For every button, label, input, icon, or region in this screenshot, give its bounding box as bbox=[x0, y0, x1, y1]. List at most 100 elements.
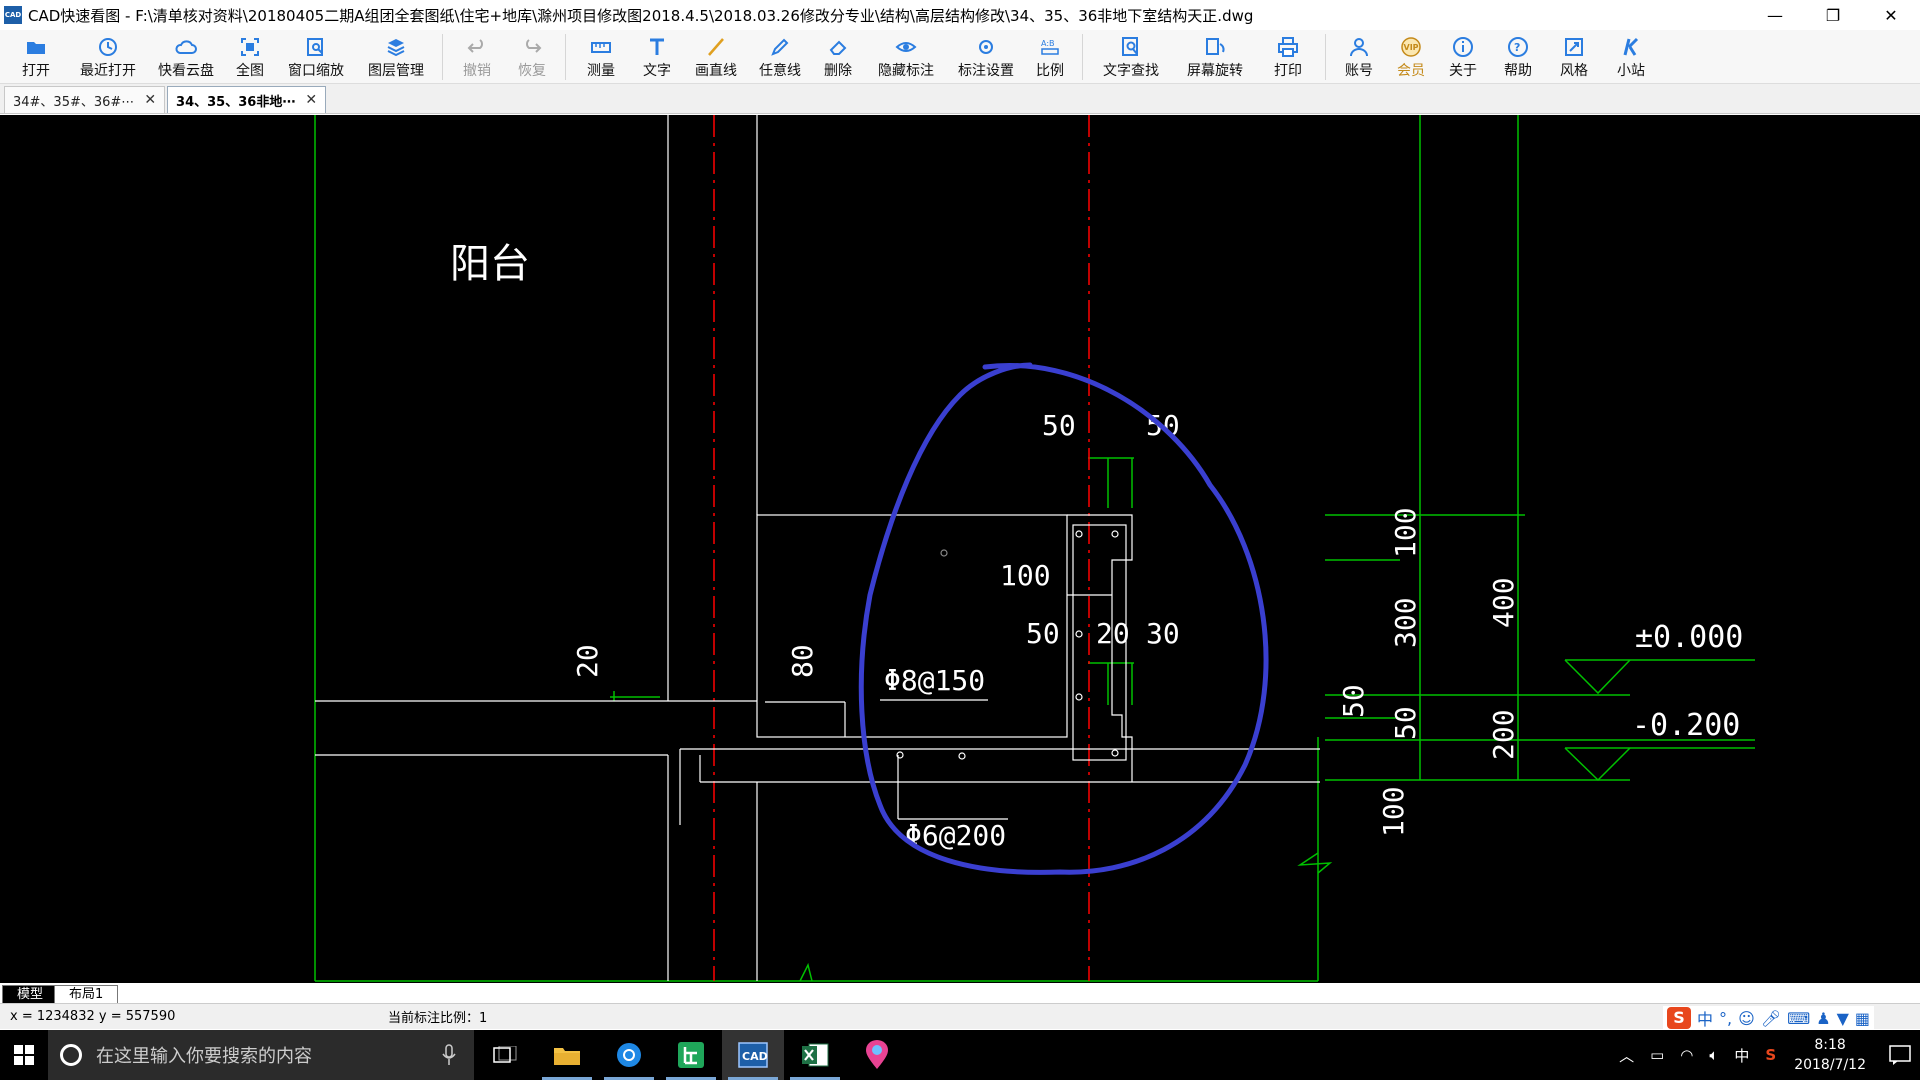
tab-layout1[interactable]: 布局1 bbox=[54, 985, 119, 1003]
green-boundary-lines bbox=[314, 115, 1755, 982]
toolbar-dim-settings-button[interactable]: 标注设置 bbox=[948, 30, 1024, 84]
ime-toolbar[interactable]: S 中 °, ☺ 🎤︎ ⌨ ♟ ▼ ▦ bbox=[1663, 1006, 1874, 1030]
toolbar-line-button[interactable]: 画直线 bbox=[684, 30, 748, 84]
folder-icon bbox=[554, 1048, 580, 1065]
doc-tab-label: 34、35、36非地⋯ bbox=[176, 94, 296, 110]
toolbar-user-button[interactable]: 账号 bbox=[1332, 30, 1386, 84]
redo-icon bbox=[526, 39, 542, 53]
toolbar-layers-button[interactable]: 图层管理 bbox=[356, 30, 436, 84]
ime-user-icon[interactable]: ♟ bbox=[1816, 1009, 1830, 1028]
toolbar-label: 标注设置 bbox=[958, 63, 1014, 79]
svg-text:CAD: CAD bbox=[742, 1050, 768, 1063]
cad-drawing: 阳台 50 50 100 50 20 30 20 80 Φ8@150 Φ6@20… bbox=[314, 115, 1755, 982]
ime-keyboard-icon[interactable]: ⌨ bbox=[1787, 1009, 1810, 1028]
toolbar-station-button[interactable]: 小站 bbox=[1602, 30, 1660, 84]
battery-icon[interactable]: ▭ bbox=[1650, 1046, 1664, 1064]
dim-text: 300 bbox=[1389, 597, 1422, 648]
toolbar-help-button[interactable]: ? 帮助 bbox=[1490, 30, 1546, 84]
elevation-label: ±0.000 bbox=[1635, 620, 1743, 655]
text-icon bbox=[650, 38, 664, 55]
toolbar-text-search-button[interactable]: 文字查找 bbox=[1089, 30, 1173, 84]
toolbar-eraser-button[interactable]: 删除 bbox=[812, 30, 864, 84]
clock-date: 2018/7/12 bbox=[1794, 1057, 1866, 1073]
toolbar-info-button[interactable]: 关于 bbox=[1436, 30, 1490, 84]
toolbar-vip-button[interactable]: VIP 会员 bbox=[1386, 30, 1436, 84]
close-button[interactable]: ✕ bbox=[1862, 0, 1920, 30]
toolbar-rotate-screen-button[interactable]: 屏幕旋转 bbox=[1173, 30, 1257, 84]
toolbar-label: 文字 bbox=[643, 63, 671, 79]
layout-tabs: 模型 布局1 bbox=[0, 983, 1920, 1003]
ime-chinese-mode-icon[interactable]: 中 bbox=[1697, 1006, 1713, 1030]
toolbar-label: 删除 bbox=[824, 63, 852, 79]
dim-text: 200 bbox=[1487, 709, 1520, 760]
drawing-canvas[interactable]: 阳台 50 50 100 50 20 30 20 80 Φ8@150 Φ6@20… bbox=[0, 115, 1920, 983]
sogou-ime-icon[interactable]: S bbox=[1667, 1007, 1692, 1029]
wifi-icon[interactable]: ◠ bbox=[1680, 1046, 1693, 1064]
toolbar-cloud-button[interactable]: 快看云盘 bbox=[148, 30, 224, 84]
search-placeholder: 在这里输入你要搜索的内容 bbox=[96, 1046, 312, 1067]
toolbar-label: 窗口缩放 bbox=[288, 63, 344, 79]
taskbar-app-browser[interactable] bbox=[598, 1030, 660, 1080]
volume-icon[interactable]: 🔈︎ bbox=[1709, 1046, 1718, 1064]
toolbar-label: 画直线 bbox=[695, 63, 737, 79]
dim-text: 20 bbox=[571, 644, 604, 678]
sogou-tray-icon[interactable]: S bbox=[1765, 1046, 1776, 1064]
svg-text:?: ? bbox=[1514, 41, 1520, 54]
close-icon[interactable]: ✕ bbox=[305, 92, 317, 108]
history-icon bbox=[99, 38, 117, 56]
toolbar-eye-button[interactable]: 隐藏标注 bbox=[864, 30, 948, 84]
taskbar-app-excel[interactable] bbox=[784, 1030, 846, 1080]
task-view-button[interactable] bbox=[474, 1030, 536, 1080]
toolbar-label: 测量 bbox=[587, 63, 615, 79]
taskbar-search[interactable]: 在这里输入你要搜索的内容 bbox=[48, 1030, 474, 1080]
taskbar-app-maps[interactable] bbox=[846, 1030, 908, 1080]
ime-indicator[interactable]: 中 bbox=[1734, 1045, 1749, 1066]
system-tray: ︿ ▭ ◠ 🔈︎ 中 S 8:18 2018/7/12 bbox=[1611, 1030, 1920, 1080]
chevron-up-icon[interactable]: ︿ bbox=[1619, 1045, 1634, 1066]
minimize-button[interactable]: — bbox=[1746, 0, 1804, 30]
toolbar-label: 隐藏标注 bbox=[878, 63, 934, 79]
ime-voice-icon[interactable]: 🎤︎ bbox=[1761, 1009, 1781, 1028]
doc-tab-2[interactable]: 34、35、36非地⋯ ✕ bbox=[167, 86, 327, 113]
main-toolbar: 打开 最近打开 快看云盘 全图 窗口缩放 图层管理 撤销 恢复 测量 文字 画直线 任意线 删除 隐藏标注… bbox=[0, 30, 1920, 84]
restore-button[interactable]: ❐ bbox=[1804, 0, 1862, 30]
toolbar-history-button[interactable]: 最近打开 bbox=[68, 30, 148, 84]
taskbar-app-green[interactable] bbox=[660, 1030, 722, 1080]
toolbar-text-button[interactable]: 文字 bbox=[630, 30, 684, 84]
clock[interactable]: 8:18 2018/7/12 bbox=[1794, 1035, 1866, 1075]
notification-icon bbox=[1889, 1045, 1911, 1065]
toolbar-style-button[interactable]: 风格 bbox=[1546, 30, 1602, 84]
taskbar-app-file-explorer[interactable] bbox=[536, 1030, 598, 1080]
toolbar-label: 任意线 bbox=[759, 63, 801, 79]
ime-emoji-icon[interactable]: ☺ bbox=[1738, 1009, 1755, 1028]
undo-icon bbox=[467, 39, 483, 53]
toolbar-label: 恢复 bbox=[518, 63, 546, 79]
toolbar-label: 撤销 bbox=[463, 63, 491, 79]
tab-model[interactable]: 模型 bbox=[2, 985, 59, 1003]
ime-punctuation-icon[interactable]: °, bbox=[1719, 1009, 1732, 1028]
close-icon[interactable]: ✕ bbox=[144, 92, 156, 108]
toolbar-folder-open-button[interactable]: 打开 bbox=[4, 30, 68, 84]
doc-tab-1[interactable]: 34#、35#、36#⋯ ✕ bbox=[4, 86, 166, 113]
microphone-icon[interactable] bbox=[442, 1044, 456, 1066]
dim-text: 50 bbox=[1337, 684, 1370, 718]
toolbar-zoom-window-button[interactable]: 窗口缩放 bbox=[276, 30, 356, 84]
notification-center-button[interactable] bbox=[1880, 1030, 1920, 1080]
start-button[interactable] bbox=[0, 1030, 48, 1080]
toolbar-fit-view-button[interactable]: 全图 bbox=[224, 30, 276, 84]
red-axis-lines bbox=[713, 115, 1090, 981]
ime-skin-icon[interactable]: ▼ bbox=[1837, 1009, 1849, 1028]
toolbar-measure-button[interactable]: 测量 bbox=[572, 30, 630, 84]
toolbar-label: 小站 bbox=[1617, 63, 1645, 79]
toolbar-scale-button[interactable]: A:B 比例 bbox=[1024, 30, 1076, 84]
measure-icon bbox=[591, 42, 611, 53]
taskbar-app-cad[interactable]: CAD bbox=[722, 1030, 784, 1080]
toolbar-print-button[interactable]: 打印 bbox=[1257, 30, 1319, 84]
toolbar-redo-button[interactable]: 恢复 bbox=[505, 30, 559, 84]
toolbar-separator bbox=[442, 34, 443, 80]
toolbar-undo-button[interactable]: 撤销 bbox=[449, 30, 505, 84]
map-pin-icon bbox=[866, 1040, 888, 1069]
toolbar-pen-button[interactable]: 任意线 bbox=[748, 30, 812, 84]
layers-icon bbox=[387, 39, 405, 57]
ime-menu-icon[interactable]: ▦ bbox=[1855, 1009, 1870, 1028]
